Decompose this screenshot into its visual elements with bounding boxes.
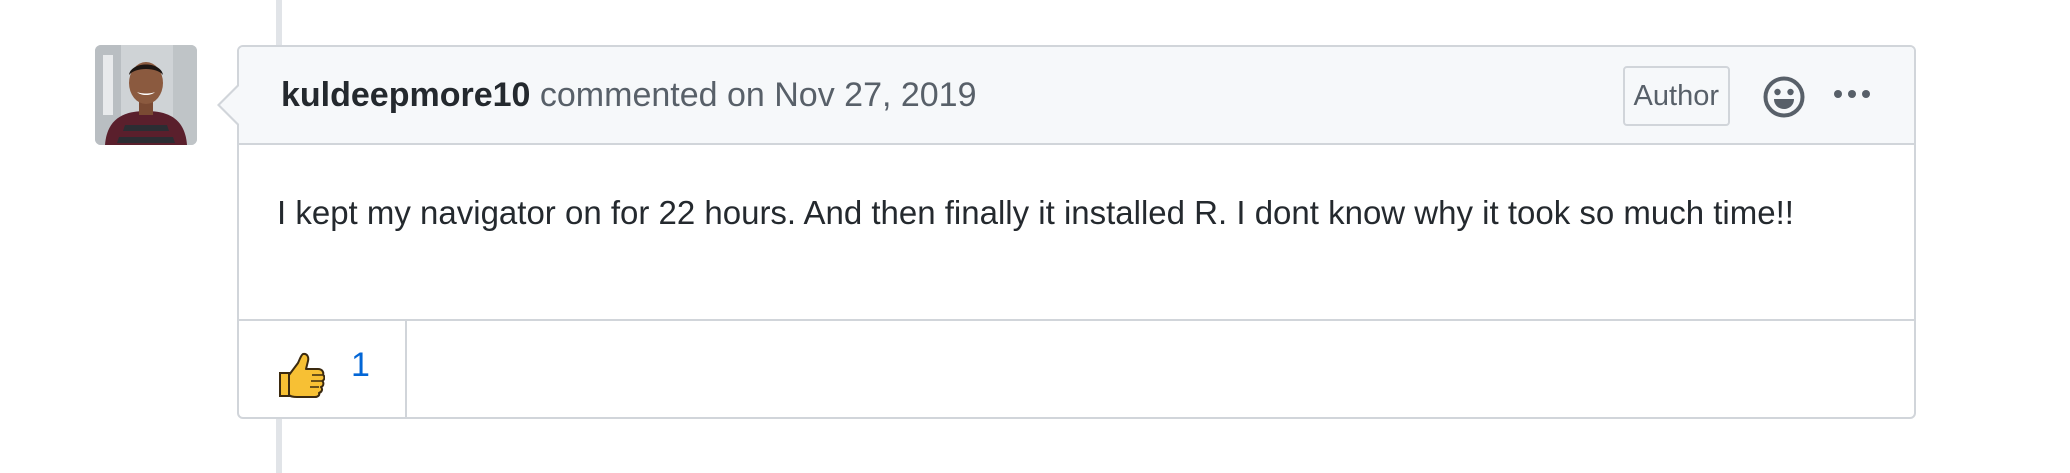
kebab-horizontal-icon bbox=[1834, 90, 1870, 98]
smiley-icon bbox=[1763, 76, 1805, 118]
reactions-bar: 1 bbox=[239, 319, 1914, 417]
comment-caret-fill bbox=[220, 85, 240, 125]
avatar[interactable] bbox=[95, 45, 197, 145]
thumbs-up-icon bbox=[279, 352, 325, 398]
reaction-thumbs-up[interactable]: 1 bbox=[239, 321, 407, 417]
author-link[interactable]: kuldeepmore10 bbox=[281, 76, 530, 114]
comment-timestamp[interactable]: commented on Nov 27, 2019 bbox=[530, 76, 977, 114]
author-badge: Author bbox=[1622, 66, 1730, 126]
comment-box: kuldeepmore10 commented on Nov 27, 2019 … bbox=[217, 45, 1916, 419]
more-options-button[interactable] bbox=[1832, 82, 1872, 106]
add-reaction-button[interactable] bbox=[1762, 75, 1806, 119]
comment-body: I kept my navigator on for 22 hours. And… bbox=[277, 194, 1794, 231]
reaction-count: 1 bbox=[351, 346, 370, 384]
avatar-image bbox=[95, 45, 197, 145]
comment-header: kuldeepmore10 commented on Nov 27, 2019 … bbox=[239, 47, 1914, 145]
comment-meta: kuldeepmore10 commented on Nov 27, 2019 bbox=[281, 75, 977, 115]
